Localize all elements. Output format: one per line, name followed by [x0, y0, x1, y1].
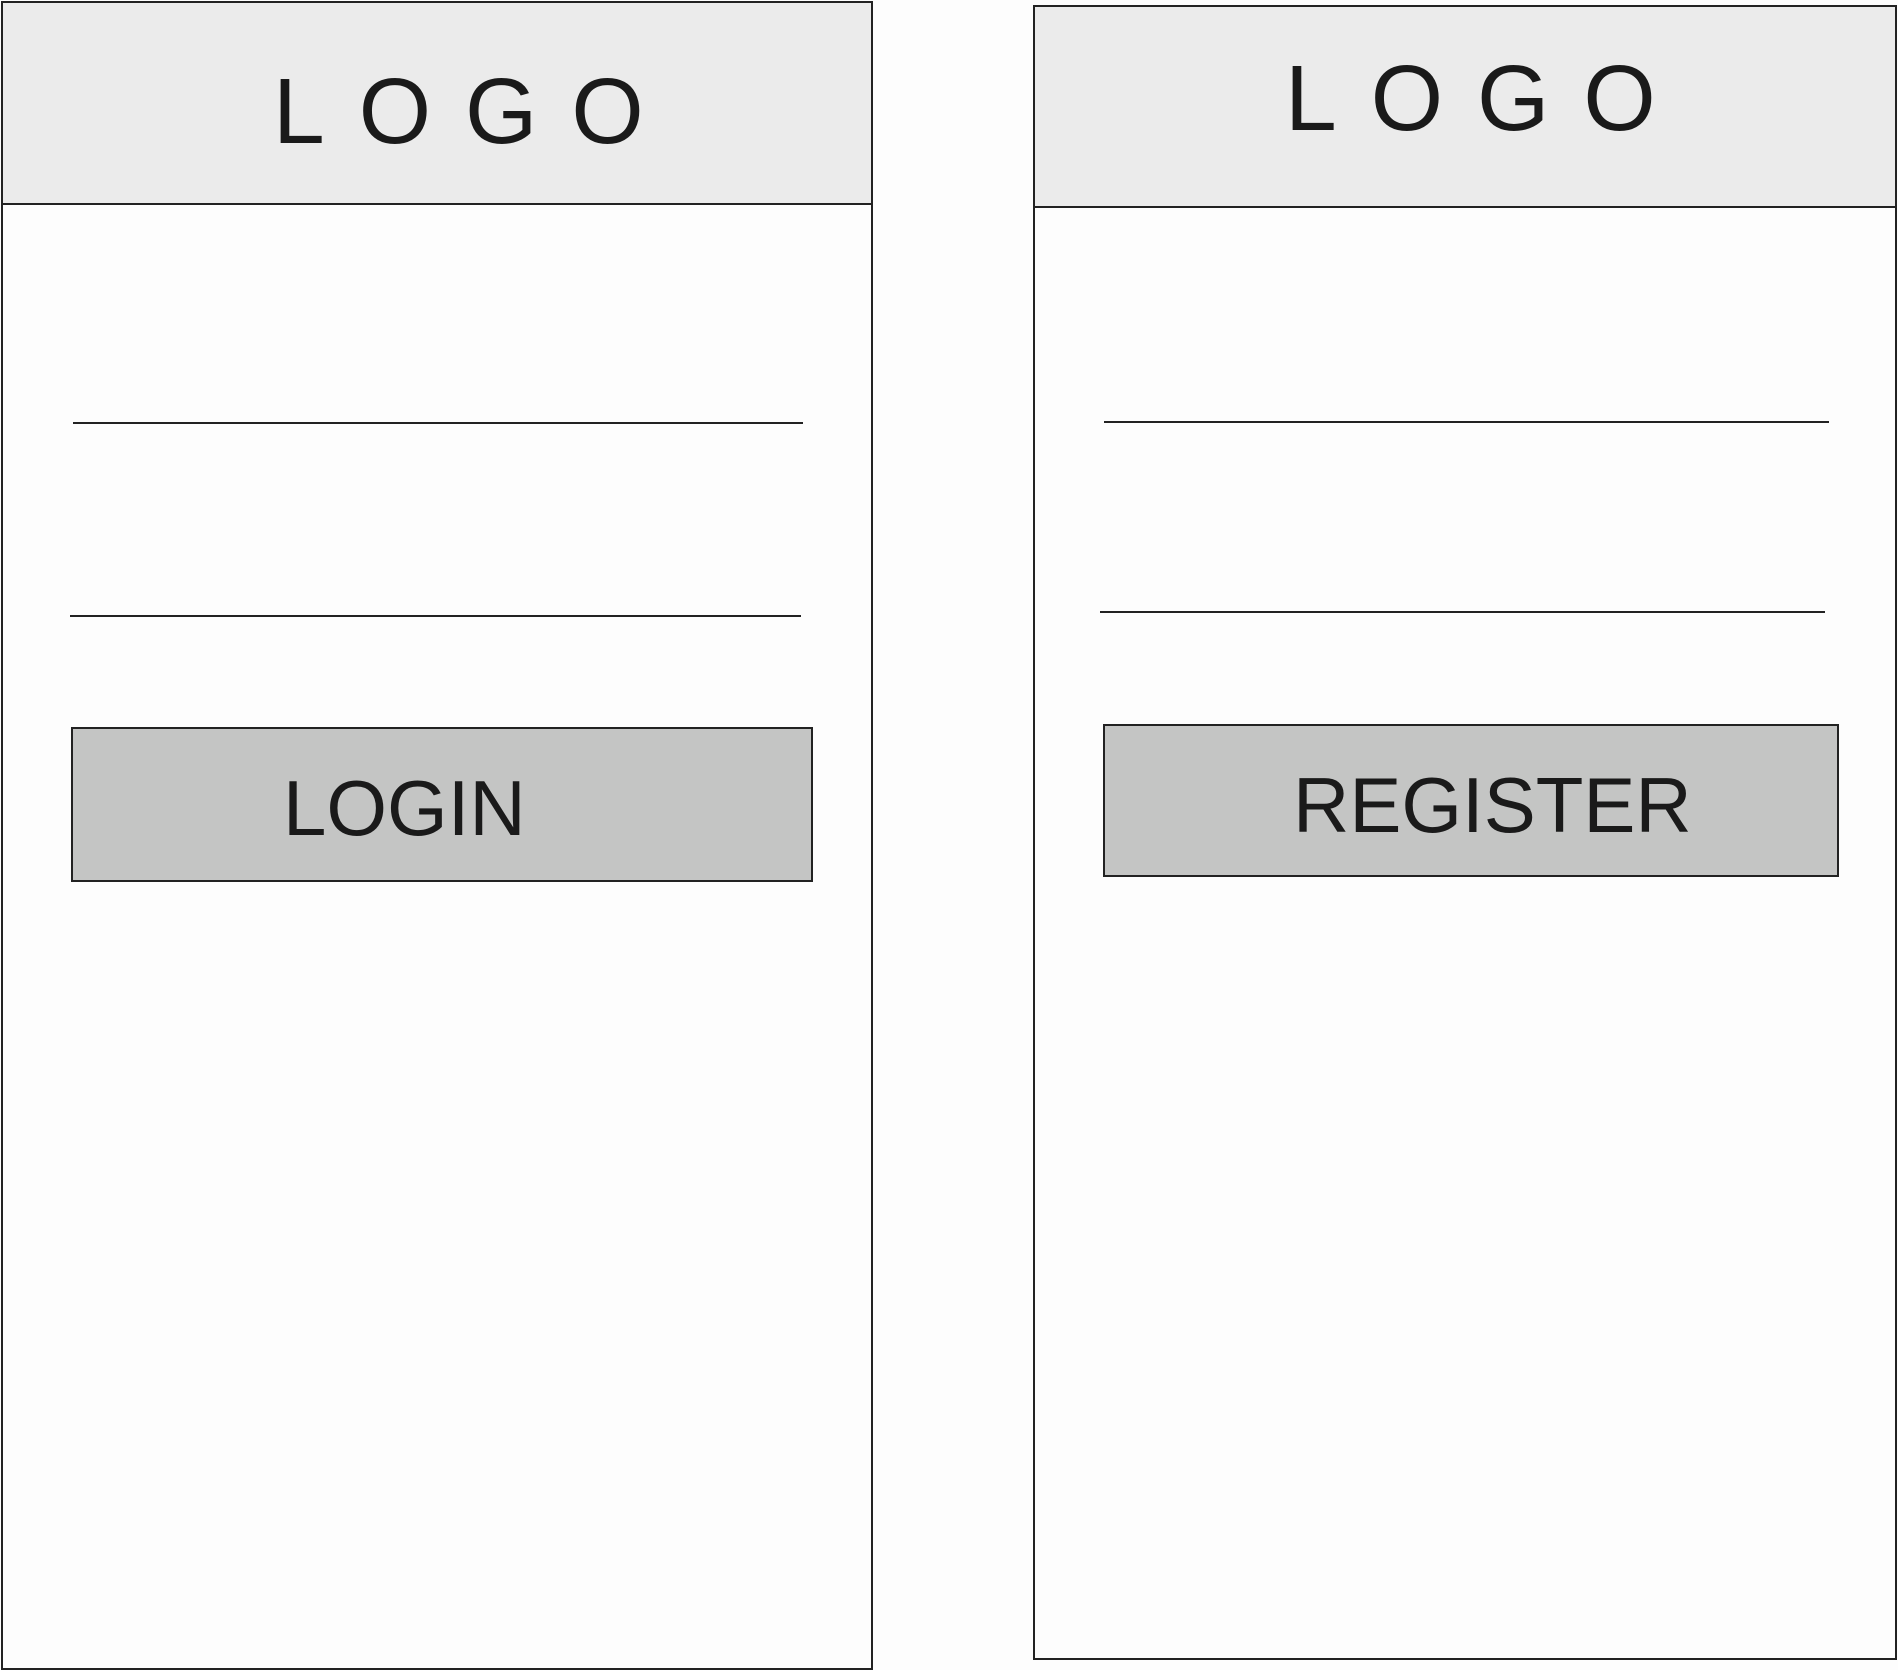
- username-input[interactable]: [73, 422, 803, 424]
- register-header: LOGO: [1035, 7, 1895, 208]
- register-button-label: REGISTER: [1293, 761, 1692, 849]
- login-button-label: LOGIN: [283, 764, 526, 852]
- register-button[interactable]: REGISTER: [1103, 724, 1839, 877]
- password-input[interactable]: [1100, 611, 1825, 613]
- register-screen: LOGO REGISTER: [1033, 5, 1897, 1660]
- login-screen: LOGO LOGIN: [1, 1, 873, 1670]
- password-input[interactable]: [70, 615, 801, 617]
- username-input[interactable]: [1104, 421, 1829, 423]
- login-header: LOGO: [3, 3, 871, 205]
- login-button[interactable]: LOGIN: [71, 727, 813, 882]
- logo: LOGO: [1285, 46, 1690, 150]
- logo: LOGO: [273, 59, 678, 163]
